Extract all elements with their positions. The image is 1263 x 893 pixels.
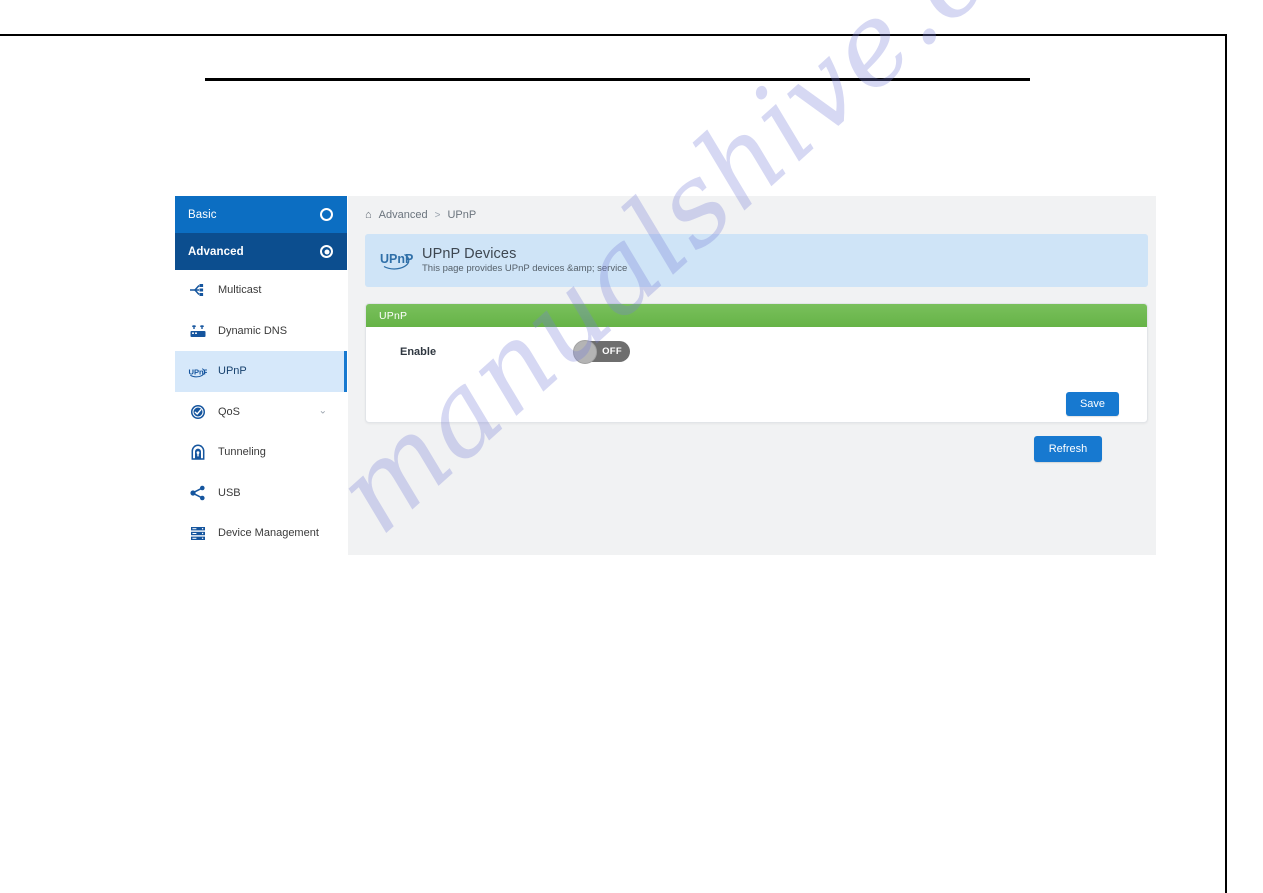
breadcrumb-separator: > bbox=[434, 209, 441, 221]
sidebar-item-usb[interactable]: USB bbox=[175, 472, 347, 513]
multicast-icon bbox=[188, 282, 207, 298]
enable-toggle[interactable]: OFF bbox=[573, 339, 630, 364]
save-button[interactable]: Save bbox=[1066, 392, 1119, 416]
sidebar-mode-basic-label: Basic bbox=[188, 208, 217, 221]
breadcrumb-current: UPnP bbox=[447, 209, 477, 221]
breadcrumb: ⌂ Advanced > UPnP bbox=[348, 196, 1156, 234]
sidebar-item-dynamic-dns-label: Dynamic DNS bbox=[218, 324, 288, 337]
upnp-logo-icon: UPnP bbox=[379, 246, 413, 276]
sidebar-item-qos-label: QoS bbox=[218, 405, 241, 418]
actions-row: Refresh bbox=[365, 436, 1148, 462]
card-body: Enable OFF Save bbox=[366, 327, 1147, 422]
radio-unselected-icon[interactable] bbox=[320, 208, 333, 221]
sidebar-item-multicast[interactable]: Multicast bbox=[175, 270, 347, 311]
sidebar-mode-basic[interactable]: Basic bbox=[175, 196, 347, 233]
content-area: ⌂ Advanced > UPnP UPnP UPnP Devices This… bbox=[348, 196, 1156, 555]
sidebar-item-device-management[interactable]: Device Management bbox=[175, 513, 347, 554]
chevron-down-icon[interactable]: ⌄ bbox=[319, 406, 327, 416]
tunneling-icon bbox=[188, 444, 207, 460]
page-header-banner: UPnP UPnP Devices This page provides UPn… bbox=[365, 234, 1148, 287]
breadcrumb-parent[interactable]: Advanced bbox=[379, 209, 428, 221]
sidebar-mode-advanced[interactable]: Advanced bbox=[175, 233, 347, 270]
sidebar: Basic Advanced Multicast Dynamic DNS UPn… bbox=[175, 196, 347, 555]
sidebar-item-upnp[interactable]: UPnP UPnP bbox=[175, 351, 347, 392]
toggle-state-label: OFF bbox=[602, 346, 622, 357]
upnp-icon: UPnP bbox=[188, 363, 207, 379]
dynamic-dns-icon bbox=[188, 323, 207, 339]
card-header: UPnP bbox=[366, 304, 1147, 327]
sidebar-item-qos[interactable]: QoS ⌄ bbox=[175, 391, 347, 432]
enable-row: Enable OFF bbox=[366, 339, 1147, 364]
sidebar-item-upnp-label: UPnP bbox=[218, 365, 247, 378]
page-subtitle: This page provides UPnP devices &amp; se… bbox=[422, 263, 628, 275]
sidebar-mode-advanced-label: Advanced bbox=[188, 245, 244, 258]
qos-icon bbox=[188, 404, 207, 420]
toggle-knob[interactable] bbox=[573, 339, 597, 364]
page-frame-top-border bbox=[0, 34, 1227, 36]
upnp-settings-card: UPnP Enable OFF Save bbox=[365, 303, 1148, 423]
sidebar-item-device-management-label: Device Management bbox=[218, 527, 319, 540]
section-divider-rule bbox=[205, 78, 1030, 81]
router-admin-screenshot: Basic Advanced Multicast Dynamic DNS UPn… bbox=[175, 196, 1156, 555]
sidebar-item-multicast-label: Multicast bbox=[218, 284, 262, 297]
device-management-icon bbox=[188, 525, 207, 541]
sidebar-item-usb-label: USB bbox=[218, 486, 241, 499]
card-header-label: UPnP bbox=[379, 309, 408, 322]
sidebar-item-tunneling[interactable]: Tunneling bbox=[175, 432, 347, 473]
home-icon[interactable]: ⌂ bbox=[365, 209, 372, 221]
page-frame-right-border bbox=[1225, 34, 1227, 893]
enable-label: Enable bbox=[400, 345, 437, 358]
radio-selected-icon[interactable] bbox=[320, 245, 333, 258]
refresh-button[interactable]: Refresh bbox=[1034, 436, 1102, 462]
sidebar-item-dynamic-dns[interactable]: Dynamic DNS bbox=[175, 310, 347, 351]
sidebar-item-tunneling-label: Tunneling bbox=[218, 446, 266, 459]
page-title: UPnP Devices bbox=[422, 245, 517, 262]
page-header-text: UPnP Devices This page provides UPnP dev… bbox=[422, 246, 627, 276]
usb-share-icon bbox=[188, 485, 207, 501]
